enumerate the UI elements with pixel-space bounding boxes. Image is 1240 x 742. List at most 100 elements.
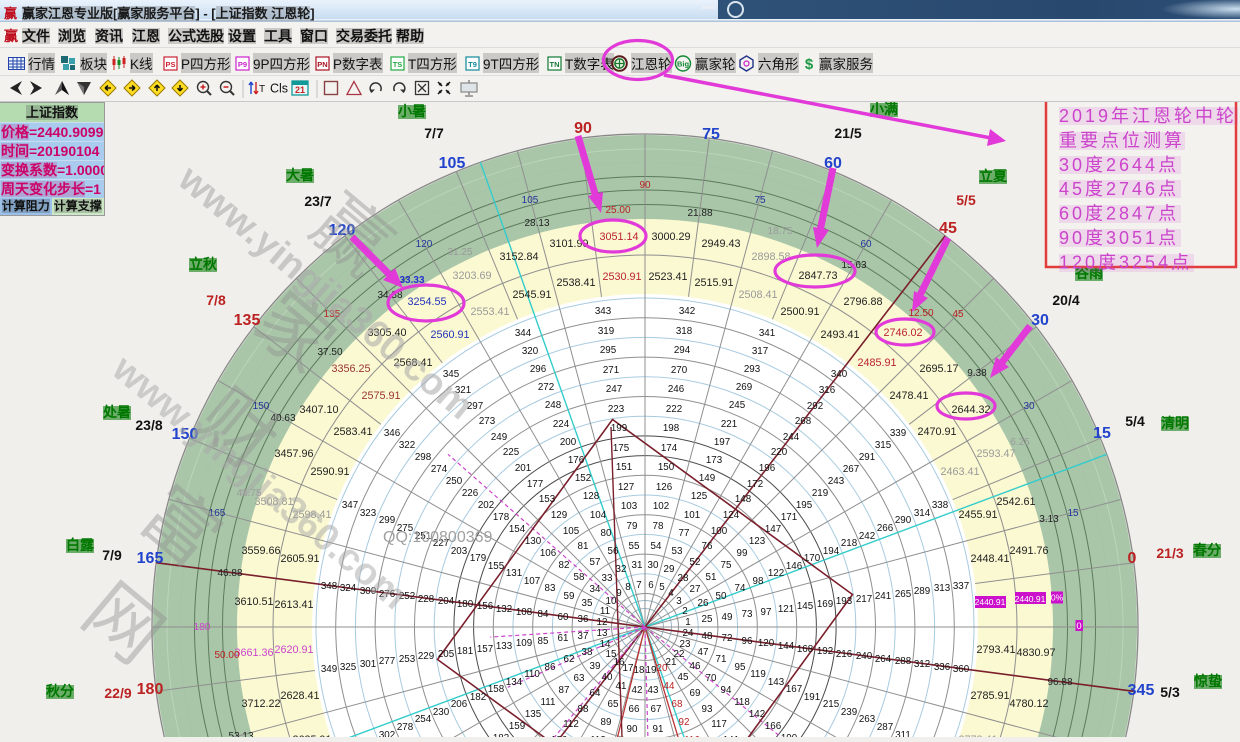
svg-text:196: 196 (759, 463, 776, 474)
svg-text:169: 169 (817, 599, 833, 610)
svg-text:18.75: 18.75 (767, 226, 792, 237)
svg-text:21/5: 21/5 (834, 125, 861, 141)
svg-text:120: 120 (758, 638, 775, 649)
svg-text:247: 247 (606, 384, 622, 395)
svg-text:322: 322 (399, 440, 415, 451)
svg-text:96: 96 (742, 636, 753, 647)
svg-text:2493.41: 2493.41 (820, 329, 859, 341)
svg-text:155: 155 (488, 561, 505, 572)
svg-text:1: 1 (685, 617, 690, 628)
svg-text:75: 75 (754, 195, 766, 206)
svg-text:81: 81 (578, 541, 589, 552)
svg-text:299: 299 (379, 515, 395, 526)
svg-text:320: 320 (522, 346, 539, 357)
svg-text:301: 301 (360, 659, 376, 670)
svg-text:31: 31 (632, 560, 643, 571)
svg-text:106: 106 (540, 548, 557, 559)
svg-text:PN: PN (317, 60, 327, 69)
svg-text:2583.41: 2583.41 (333, 426, 372, 438)
svg-text:223: 223 (608, 404, 625, 415)
svg-text:110: 110 (524, 669, 540, 680)
svg-text:20/4: 20/4 (1052, 292, 1079, 308)
svg-text:295: 295 (600, 345, 617, 356)
svg-text:33: 33 (602, 573, 613, 584)
svg-text:48: 48 (702, 631, 713, 642)
svg-text:58: 58 (574, 572, 585, 583)
svg-text:343: 343 (595, 306, 612, 317)
svg-text:2448.41: 2448.41 (970, 553, 1009, 565)
svg-text:229: 229 (418, 651, 434, 662)
svg-text:63: 63 (574, 673, 585, 684)
svg-text:26: 26 (698, 598, 709, 609)
svg-text:4830.97: 4830.97 (1016, 647, 1055, 659)
svg-text:254: 254 (415, 714, 432, 725)
svg-text:4780.12: 4780.12 (1009, 698, 1048, 710)
svg-text:119: 119 (750, 669, 766, 680)
svg-text:143: 143 (768, 677, 785, 688)
svg-text:126: 126 (656, 482, 673, 493)
svg-text:84: 84 (538, 609, 549, 620)
svg-text:202: 202 (478, 500, 494, 511)
svg-text:123: 123 (749, 536, 766, 547)
svg-text:45度2746点: 45度2746点 (1059, 179, 1179, 199)
svg-text:2542.61: 2542.61 (996, 496, 1035, 508)
svg-text:Big: Big (677, 59, 690, 68)
svg-text:105: 105 (563, 526, 580, 537)
svg-text:49: 49 (722, 612, 733, 623)
svg-text:325: 325 (340, 662, 357, 673)
svg-text:3152.84: 3152.84 (499, 251, 538, 263)
svg-text:221: 221 (721, 419, 737, 430)
svg-text:59: 59 (564, 591, 575, 602)
svg-text:180: 180 (137, 681, 164, 698)
svg-text:2530.91: 2530.91 (602, 271, 641, 283)
svg-text:180: 180 (457, 599, 474, 610)
svg-text:2793.41: 2793.41 (976, 644, 1015, 656)
svg-text:314: 314 (914, 508, 931, 519)
svg-text:218: 218 (841, 538, 858, 549)
svg-text:5/4: 5/4 (1125, 413, 1145, 429)
svg-text:111: 111 (541, 697, 556, 708)
svg-text:105: 105 (439, 155, 466, 172)
svg-text:89: 89 (601, 717, 612, 728)
svg-text:118: 118 (734, 697, 750, 708)
svg-text:57: 57 (590, 557, 601, 568)
svg-text:340: 340 (831, 369, 848, 380)
svg-text:93: 93 (702, 704, 713, 715)
svg-text:2491.76: 2491.76 (1009, 545, 1048, 557)
svg-text:191: 191 (804, 692, 820, 703)
svg-text:166: 166 (765, 721, 782, 732)
svg-text:17: 17 (623, 663, 634, 674)
svg-text:5/3: 5/3 (1160, 684, 1180, 700)
svg-text:13: 13 (597, 628, 608, 639)
svg-text:3457.96: 3457.96 (274, 448, 313, 460)
svg-text:秋分: 秋分 (46, 683, 74, 699)
svg-text:Cls: Cls (270, 82, 288, 96)
svg-text:2463.41: 2463.41 (940, 466, 979, 478)
svg-text:21: 21 (295, 85, 305, 95)
svg-text:30: 30 (648, 560, 659, 571)
svg-text:2695.17: 2695.17 (919, 363, 958, 375)
svg-text:201: 201 (515, 463, 531, 474)
svg-text:271: 271 (603, 365, 619, 376)
svg-text:42: 42 (632, 685, 643, 696)
svg-text:60: 60 (558, 612, 569, 623)
svg-text:269: 269 (736, 382, 752, 393)
svg-text:2593.47: 2593.47 (976, 448, 1015, 460)
svg-text:183: 183 (493, 733, 510, 737)
svg-text:90: 90 (627, 724, 638, 735)
svg-text:117: 117 (711, 719, 727, 730)
svg-text:2746.02: 2746.02 (883, 327, 922, 339)
svg-text:45: 45 (952, 309, 964, 320)
svg-text:3254.55: 3254.55 (407, 296, 446, 308)
svg-text:2796.88: 2796.88 (843, 296, 882, 308)
svg-text:38: 38 (582, 647, 593, 658)
svg-text:惊蛰: 惊蛰 (1193, 673, 1222, 689)
svg-text:337: 337 (953, 581, 969, 592)
svg-text:181: 181 (457, 646, 473, 657)
svg-text:2785.91: 2785.91 (970, 690, 1009, 702)
svg-text:148: 148 (735, 494, 752, 505)
svg-text:3610.51: 3610.51 (234, 596, 273, 608)
svg-text:22/9: 22/9 (104, 685, 131, 701)
svg-text:205: 205 (438, 649, 455, 660)
svg-text:112: 112 (563, 719, 579, 730)
